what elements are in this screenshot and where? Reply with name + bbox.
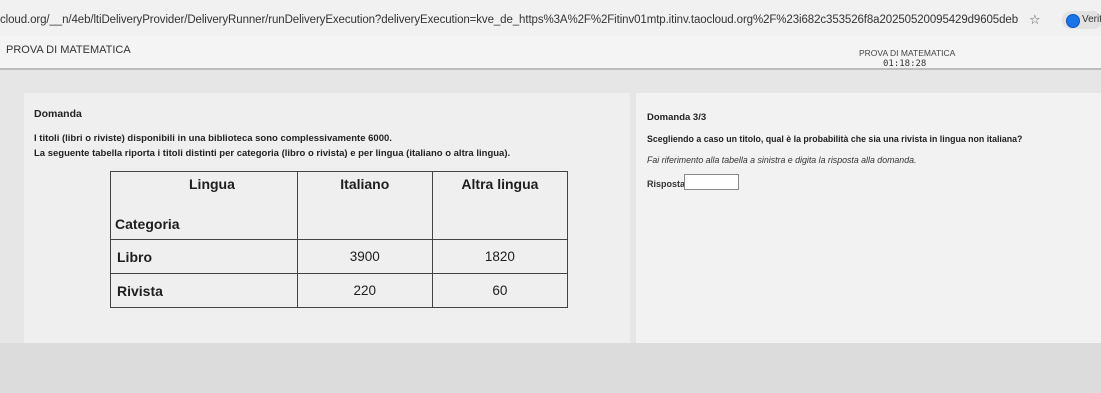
table-row-header: Rivista bbox=[110, 273, 298, 308]
table-corner-cell: Lingua Categoria bbox=[110, 171, 298, 240]
table-cell: 3900 bbox=[296, 239, 433, 274]
extension-icon bbox=[1066, 14, 1080, 28]
table-column-header: Altra lingua bbox=[431, 171, 569, 240]
table-row-header: Libro bbox=[110, 239, 298, 274]
bookmark-star-icon[interactable]: ☆ bbox=[1029, 12, 1041, 28]
table-cell: 1820 bbox=[431, 239, 569, 274]
table-cell: 60 bbox=[431, 273, 569, 308]
table-corner-row-heading: Categoria bbox=[115, 216, 180, 232]
test-name: PROVA DI MATEMATICA bbox=[859, 48, 956, 58]
table-corner-column-heading: Lingua bbox=[189, 176, 235, 192]
extension-button[interactable]: Verifi bbox=[1062, 11, 1101, 29]
data-table: Lingua Categoria Italiano Altra lingua L… bbox=[110, 171, 569, 308]
table-row: Rivista 220 60 bbox=[110, 273, 569, 308]
answer-input[interactable] bbox=[684, 174, 739, 190]
table-cell: 220 bbox=[296, 273, 433, 308]
table-column-header: Italiano bbox=[296, 171, 433, 240]
question-hint: Fai riferimento alla tabella a sinistra … bbox=[647, 155, 917, 165]
stimulus-label: Domanda bbox=[34, 108, 82, 120]
browser-toolbar: cloud.org/__n/4eb/ltiDeliveryProvider/De… bbox=[0, 0, 1101, 37]
countdown-timer: 01:18:28 bbox=[883, 59, 927, 69]
footer-area bbox=[0, 343, 1101, 393]
extension-label: Verifi bbox=[1082, 14, 1101, 25]
answer-label: Risposta: bbox=[647, 179, 689, 189]
stimulus-text-line-2: La seguente tabella riporta i titoli dis… bbox=[34, 148, 511, 159]
question-counter: Domanda 3/3 bbox=[647, 112, 707, 123]
question-panel bbox=[636, 93, 1101, 343]
app-title: PROVA DI MATEMATICA bbox=[6, 44, 131, 56]
address-bar[interactable]: cloud.org/__n/4eb/ltiDeliveryProvider/De… bbox=[0, 14, 1018, 26]
question-text: Scegliendo a caso un titolo, qual è la p… bbox=[647, 134, 1023, 144]
table-row: Libro 3900 1820 bbox=[110, 239, 569, 274]
stimulus-text-line-1: I titoli (libri o riviste) disponibili i… bbox=[34, 133, 392, 144]
test-header: PROVA DI MATEMATICA PROVA DI MATEMATICA … bbox=[0, 36, 1101, 70]
